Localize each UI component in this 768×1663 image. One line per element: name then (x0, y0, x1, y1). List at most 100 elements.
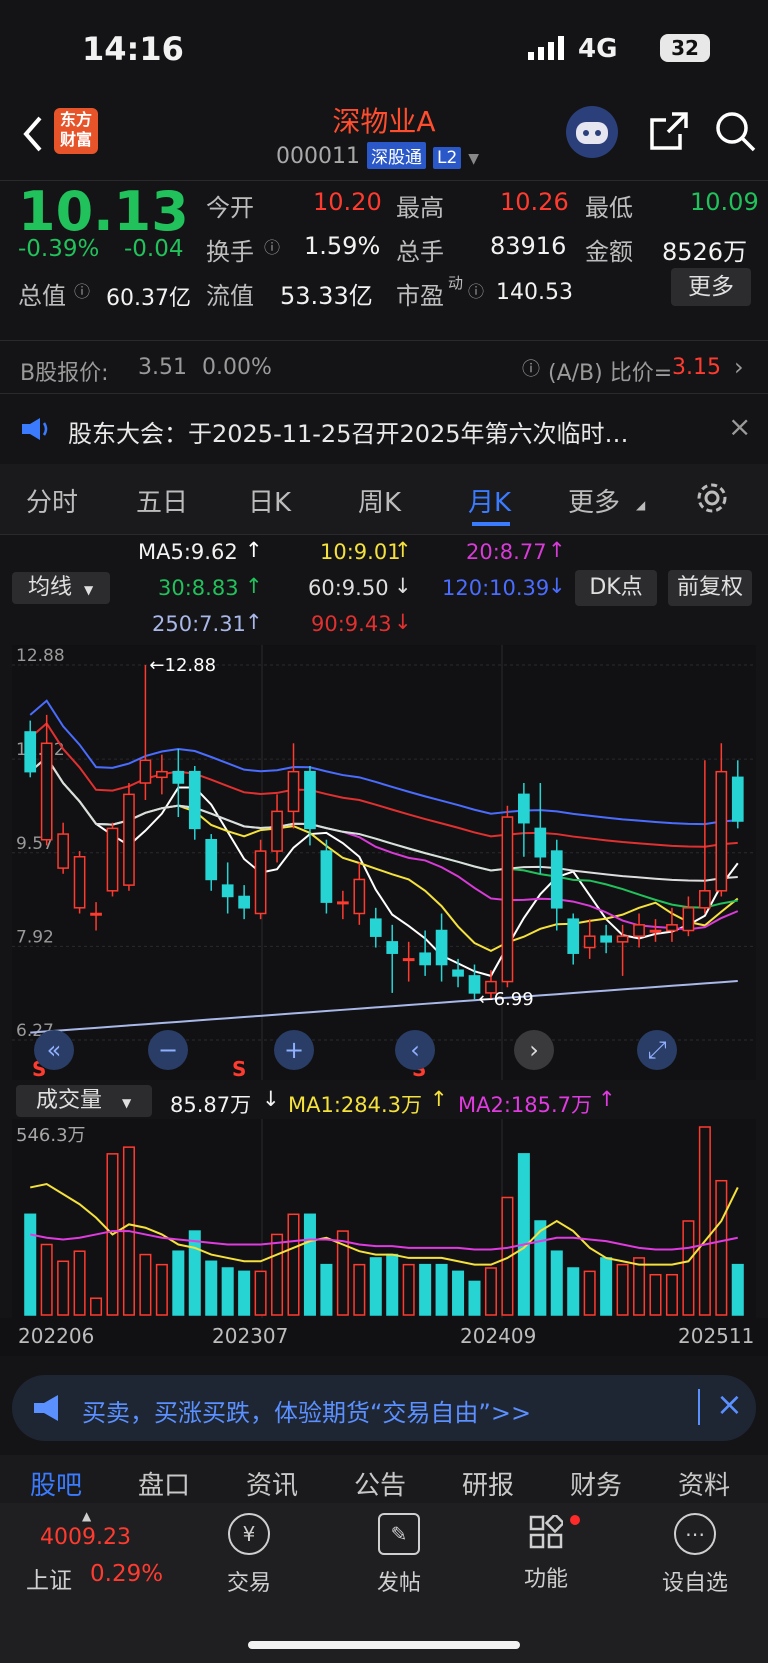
tab-orderbook[interactable]: 盘口 (138, 1465, 190, 1502)
tab-weekly[interactable]: 周K (358, 482, 401, 519)
next-icon[interactable]: › (514, 1030, 554, 1070)
dropdown-icon: ▼ (122, 1096, 132, 1110)
candle-body (369, 918, 382, 937)
battery-icon: 32 (660, 34, 710, 62)
signal-icon (528, 36, 566, 64)
more-dots-icon: ⋯ (674, 1513, 716, 1555)
prev-icon[interactable]: ‹ (395, 1030, 435, 1070)
nav-watchlist[interactable]: ⋯ 设自选 (640, 1513, 750, 1597)
candle-body (139, 759, 152, 784)
rewind-icon[interactable]: « (34, 1030, 74, 1070)
zoom-out-icon[interactable]: − (148, 1030, 188, 1070)
candle-body (715, 770, 728, 892)
tab-news[interactable]: 资讯 (246, 1465, 298, 1502)
volume-bar (57, 1260, 70, 1316)
y-tick-label: 11.22 (16, 740, 65, 760)
arrow-down-icon: ↓ (548, 574, 566, 598)
info-icon[interactable]: ⓘ (264, 234, 280, 258)
volume-bar (731, 1263, 744, 1316)
volume-bar (682, 1220, 695, 1316)
volume-chart[interactable]: 546.3万 (12, 1119, 756, 1319)
grid-icon (527, 1513, 565, 1551)
more-button[interactable]: 更多 (671, 268, 751, 306)
arrow-up-icon: ↑ (548, 538, 566, 562)
tab-more[interactable]: 更多 (568, 482, 620, 519)
high-value: 10.26 (500, 188, 569, 216)
ma250-line (30, 980, 738, 1034)
candle-body (287, 770, 300, 813)
info-icon[interactable]: ⓘ (74, 278, 90, 302)
volume-bar (188, 1230, 201, 1316)
zoom-in-icon[interactable]: + (274, 1030, 314, 1070)
bshare-price: 3.51 (138, 355, 187, 380)
index-name[interactable]: 上证 (26, 1561, 72, 1595)
candle-body (452, 969, 464, 977)
tab-research[interactable]: 研报 (462, 1465, 514, 1502)
divider (698, 1389, 700, 1425)
candle-body (583, 935, 596, 949)
dropdown-icon[interactable]: ▼ (468, 151, 479, 167)
tab-5day[interactable]: 五日 (136, 482, 188, 519)
search-icon[interactable] (714, 110, 758, 158)
tab-daily[interactable]: 日K (248, 482, 291, 519)
volume-legend: 成交量 ▼ 85.87万 ↓ MA1:284.3万 ↑ MA2:185.7万 ↑ (0, 1083, 768, 1119)
adjust-button[interactable]: 前复权 (668, 570, 752, 606)
arrow-up-icon: ↑ (245, 610, 263, 634)
ab-ratio-label: (A/B) 比价= (548, 361, 673, 386)
close-icon[interactable]: × (716, 1385, 743, 1423)
volume-bar (221, 1267, 234, 1316)
gear-icon[interactable] (694, 480, 730, 520)
turnover-value: 1.59% (304, 232, 381, 260)
tab-announcement[interactable]: 公告 (354, 1465, 406, 1502)
volume-label: 总手 (396, 238, 444, 266)
close-icon[interactable]: × (728, 410, 751, 443)
notice-bar[interactable]: 股东大会：于2025-11-25召开2025年第六次临时… × (0, 394, 768, 464)
open-label: 今开 (206, 194, 254, 222)
index-pct[interactable]: 0.29% (90, 1561, 163, 1587)
tab-finance[interactable]: 财务 (570, 1465, 622, 1502)
tab-intraday[interactable]: 分时 (26, 482, 78, 519)
volume-bar (139, 1253, 152, 1316)
volume-ma2: MA2:185.7万 (458, 1093, 593, 1117)
ma30-line (29, 755, 738, 909)
volume-bar (633, 1257, 646, 1316)
tab-forum[interactable]: 股吧 (30, 1465, 82, 1502)
x-label: 202511 (678, 1324, 755, 1348)
share-icon[interactable] (648, 110, 690, 156)
candle-body (501, 816, 514, 983)
candle-body (188, 770, 201, 830)
chevron-right-icon[interactable]: › (734, 353, 744, 381)
promo-banner[interactable]: 买卖，买涨买跌，体验期货“交易自由”>> × (12, 1375, 756, 1441)
nav-function[interactable]: 功能 (491, 1513, 601, 1593)
info-icon[interactable]: ⓘ (468, 278, 484, 302)
candle-body (682, 907, 695, 932)
mktcap-value: 60.37亿 (106, 286, 191, 311)
tab-profile[interactable]: 资料 (678, 1465, 730, 1502)
tab-monthly[interactable]: 月K (468, 482, 511, 519)
candle-body (73, 856, 86, 909)
ma10-value: 10:9.01 (320, 540, 401, 564)
candle-body (386, 941, 399, 954)
fullscreen-icon[interactable]: ⤢ (637, 1030, 677, 1070)
help-icon[interactable]: ⓘ (522, 355, 540, 381)
triangle-icon: ◢ (636, 498, 646, 512)
kline-chart[interactable]: 12.8811.229.577.926.27←12.88←6.99SSS « −… (12, 645, 756, 1081)
nav-trade[interactable]: ¥ 交易 (194, 1513, 304, 1597)
low-marker: ←6.99 (479, 989, 534, 1010)
ma-selector[interactable]: 均线 ▼ (12, 572, 110, 604)
volume-bar (567, 1267, 580, 1316)
candle-body (337, 901, 349, 905)
kline-svg[interactable]: 12.8811.229.577.926.27←12.88←6.99SSS (12, 645, 756, 1081)
dk-point-button[interactable]: DK点 (575, 570, 657, 606)
indicator-selector[interactable]: 成交量 ▼ (16, 1085, 152, 1117)
volume-bar (468, 1280, 481, 1316)
candle-body (353, 878, 366, 915)
index-value[interactable]: 4009.23 (40, 1525, 131, 1550)
candle-body (156, 770, 168, 779)
x-label: 202307 (212, 1324, 289, 1348)
nav-post[interactable]: ✎ 发帖 (344, 1513, 454, 1597)
triangle-up-icon: ▲ (82, 1509, 92, 1523)
assistant-avatar[interactable] (566, 106, 618, 158)
volume-bar (238, 1270, 251, 1316)
open-value: 10.20 (313, 188, 382, 216)
